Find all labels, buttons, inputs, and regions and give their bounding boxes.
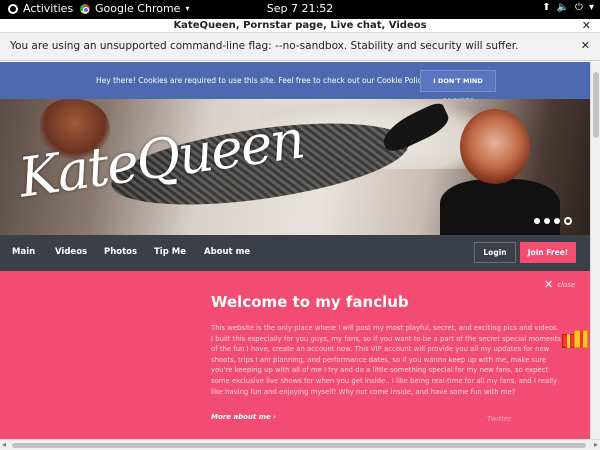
power-icon: ⏻ [575,2,583,13]
accept-cookies-button[interactable]: I DON'T MIND COOKIES [420,70,496,105]
horizontal-scroll-thumb[interactable] [12,443,586,448]
more-about-me-link[interactable]: More about me › [211,413,276,421]
cookie-message: Hey there! Cookies are required to use t… [96,76,475,85]
fanclub-title: Welcome to my fanclub [211,293,409,311]
slider-dot-active[interactable] [564,217,572,225]
chrome-icon [80,3,90,14]
fanclub-body: This website is the only place where I w… [211,324,561,396]
chevron-down-icon: ▾ [588,2,594,13]
slider-dot[interactable] [544,218,550,224]
nav-item-photos[interactable]: Photos [104,247,137,257]
twitter-link[interactable]: Twitter [487,415,511,423]
fanclub-close-button[interactable]: ✕ close [544,278,575,291]
hero-banner: KateQueen [0,99,590,235]
login-button[interactable]: Login [474,242,516,263]
infobar-message: You are using an unsupported command-lin… [10,40,519,52]
fanclub-panel: ✕ close Welcome to my fanclub This websi… [0,271,590,439]
activities-button[interactable]: Activities [8,2,73,15]
close-label: close [557,280,576,289]
scroll-left-icon[interactable]: ◂ [2,440,6,449]
volume-icon: 🔈 [556,2,570,13]
close-icon: ✕ [544,278,554,291]
nav-item-main[interactable]: Main [12,247,35,257]
horizontal-scrollbar[interactable]: ◂ ▸ [0,439,600,450]
more-about-me-label: More about me [211,413,271,421]
activities-label: Activities [23,2,74,15]
chevron-down-icon: ▾ [185,4,190,13]
slider-dot[interactable] [534,218,540,224]
window-title: KateQueen, Pornstar page, Live chat, Vid… [173,20,427,31]
app-name: Google Chrome [95,2,181,15]
clock[interactable]: Sep 7 21:52 [267,2,333,15]
nav-item-about-me[interactable]: About me [204,247,250,257]
slider-dot[interactable] [554,218,560,224]
hero-photo-bodice [440,179,560,235]
network-icon: ⬆ [542,2,551,13]
window-title-bar: KateQueen, Pornstar page, Live chat, Vid… [0,19,600,33]
cookie-banner: Hey there! Cookies are required to use t… [0,62,590,105]
scroll-right-icon[interactable]: ▸ [594,440,598,449]
main-nav: Main Videos Photos Tip Me About me Login… [0,235,590,271]
nav-item-videos[interactable]: Videos [55,247,87,257]
chevron-right-icon: › [273,413,277,421]
window-close-icon[interactable]: ✕ [582,19,591,32]
warning-infobar: You are using an unsupported command-lin… [0,33,600,61]
vertical-scroll-thumb[interactable] [593,72,599,138]
slider-dots [534,217,572,225]
vertical-scrollbar[interactable] [590,62,600,440]
hero-photo-model-right [460,109,530,184]
app-menu[interactable]: Google Chrome ▾ [80,2,189,15]
join-free-button[interactable]: Join Free! [520,242,576,263]
infobar-close-icon[interactable]: ✕ [581,33,590,59]
system-top-bar: Activities Google Chrome ▾ Sep 7 21:52 ⬆… [0,0,600,19]
nav-item-tip-me[interactable]: Tip Me [154,247,186,257]
activities-icon [8,3,18,14]
gift-icon[interactable] [562,326,590,352]
system-tray[interactable]: ⬆ 🔈 ⏻ ▾ [542,2,594,13]
